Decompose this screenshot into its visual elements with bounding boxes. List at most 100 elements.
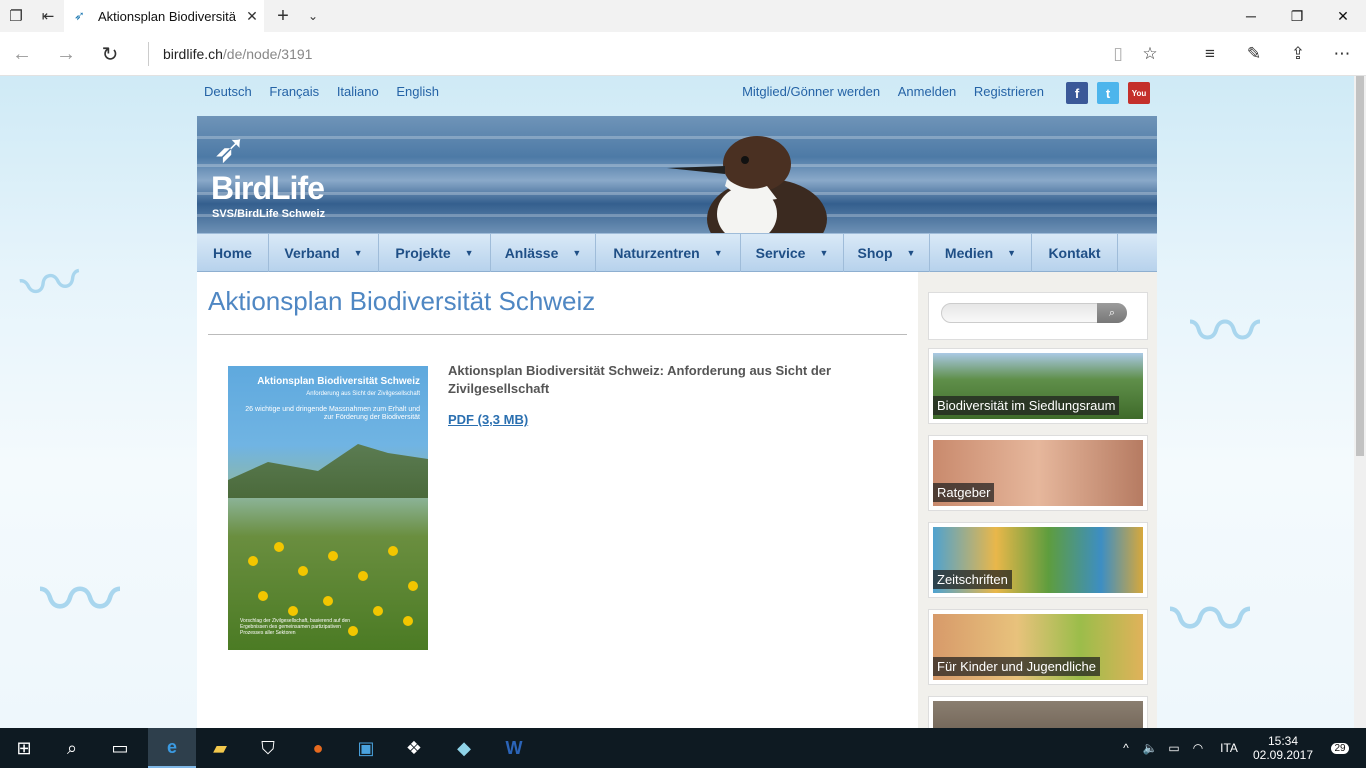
url-field[interactable]: birdlife.ch/de/node/3191: [148, 42, 312, 66]
action-center-icon[interactable]: 29: [1322, 728, 1358, 768]
teaser-zeitschriften[interactable]: Zeitschriften: [928, 522, 1148, 598]
cover-mountain: [228, 444, 428, 498]
birdlife-logo-icon[interactable]: ➶: [213, 126, 247, 172]
edge-browser-icon[interactable]: e: [148, 728, 196, 768]
logo-subtitle: SVS/BirdLife Schweiz: [212, 208, 326, 220]
share-icon[interactable]: ⇪: [1278, 38, 1318, 70]
battery-icon[interactable]: ▭: [1164, 728, 1184, 768]
sidebar: ⌕ Biodiversität im Siedlungsraum Ratgebe…: [918, 272, 1157, 728]
main-navigation: Home Verband ▼ Projekte ▼ Anlässe ▼ Naturze…: [197, 233, 1157, 272]
restore-icon[interactable]: ❐: [1274, 0, 1320, 32]
browser-tab-active[interactable]: ➶ Aktionsplan Biodiversitä ✕: [64, 0, 264, 32]
teaser-siedlungsraum[interactable]: Biodiversität im Siedlungsraum: [928, 348, 1148, 424]
task-view-icon[interactable]: ▭: [96, 728, 144, 768]
teaser-label: Ratgeber: [933, 483, 995, 502]
teaser-kinder[interactable]: Für Kinder und Jugendliche: [928, 609, 1148, 685]
nav-naturzentren[interactable]: Naturzentren ▼: [596, 234, 741, 272]
cover-footer: Vorschlag der Zivilgesellschaft, basiere…: [240, 618, 351, 636]
title-divider: [208, 334, 907, 335]
logo-name[interactable]: BirdLife: [211, 170, 325, 207]
page-scrollbar[interactable]: [1354, 76, 1366, 728]
dropdown-arrow-icon: ▼: [906, 248, 916, 258]
pdf-download-link[interactable]: PDF (3,3 MB): [448, 412, 528, 427]
scrollbar-thumb[interactable]: [1356, 76, 1364, 456]
set-tabs-aside-icon[interactable]: ⇤: [32, 0, 64, 32]
document-cover-image[interactable]: Aktionsplan Biodiversität Schweiz Anford…: [228, 366, 428, 650]
lang-english[interactable]: English: [396, 84, 439, 99]
file-explorer-icon[interactable]: ▰: [196, 728, 244, 768]
site-header-banner: ➶ BirdLife SVS/BirdLife Schweiz: [197, 116, 1157, 233]
cover-subtitle: Anforderung aus Sicht der Zivilgesellsch…: [306, 391, 420, 397]
teaser-more[interactable]: [928, 696, 1148, 728]
nav-anlaesse[interactable]: Anlässe ▼: [491, 234, 596, 272]
search-box: ⌕: [928, 292, 1148, 340]
close-tab-icon[interactable]: ✕: [240, 8, 264, 25]
background-bird-icon: 〰: [15, 246, 87, 323]
search-icon[interactable]: ⌕: [48, 728, 96, 768]
search-input[interactable]: ⌕: [941, 303, 1127, 323]
lang-deutsch[interactable]: Deutsch: [204, 84, 252, 99]
tab-list-chevron-icon[interactable]: ⌄: [298, 0, 328, 32]
notes-app-icon[interactable]: ◆: [440, 728, 488, 768]
twitter-icon[interactable]: t: [1097, 82, 1119, 104]
clock-time: 15:34: [1267, 734, 1299, 748]
search-icon[interactable]: ⌕: [1097, 303, 1127, 323]
minimize-icon[interactable]: ─: [1228, 0, 1274, 32]
url-path: /de/node/3191: [222, 46, 313, 62]
start-windows-icon[interactable]: ⊞: [0, 728, 48, 768]
windows-taskbar: ⊞ ⌕ ▭ e ▰ ⛉ ● ▣ ❖ ◆ W ^ 🔈 ▭ ◠ ITA 15:34 …: [0, 728, 1366, 768]
member-link[interactable]: Mitglied/Gönner werden: [742, 84, 880, 99]
youtube-icon[interactable]: You: [1128, 82, 1150, 104]
new-tab-icon[interactable]: +: [268, 0, 298, 32]
dropbox-icon[interactable]: ❖: [390, 728, 438, 768]
background-bird-icon: 〰: [1170, 576, 1250, 665]
wifi-icon[interactable]: ◠: [1188, 728, 1208, 768]
clock[interactable]: 15:34 02.09.2017: [1252, 728, 1314, 768]
tab-preview-icon[interactable]: ❐: [0, 0, 32, 32]
background-bird-icon: 〰: [40, 556, 120, 645]
register-link[interactable]: Registrieren: [974, 84, 1044, 99]
more-icon[interactable]: ⋯: [1322, 38, 1362, 70]
notification-count: 29: [1331, 742, 1349, 754]
main-content: Aktionsplan Biodiversität Schweiz Aktion…: [197, 272, 918, 728]
volume-icon[interactable]: 🔈: [1140, 728, 1160, 768]
language-indicator[interactable]: ITA: [1214, 728, 1244, 768]
lang-francais[interactable]: Français: [269, 84, 319, 99]
favorite-star-icon[interactable]: ☆: [1130, 38, 1170, 70]
tab-title: Aktionsplan Biodiversitä: [98, 8, 237, 24]
firefox-icon[interactable]: ●: [294, 728, 342, 768]
top-links: Deutsch Français Italiano English Mitgli…: [204, 84, 1154, 104]
page-viewport: 〰 〰 〰 〰 Deutsch Français Italiano Englis…: [0, 76, 1354, 728]
nav-shop[interactable]: Shop ▼: [844, 234, 930, 272]
account-links: Mitglied/Gönner werden Anmelden Registri…: [728, 84, 1044, 99]
url-host: birdlife.ch: [163, 46, 223, 62]
back-icon[interactable]: ←: [0, 38, 44, 70]
contact-card-app-icon[interactable]: ▣: [342, 728, 390, 768]
web-note-icon[interactable]: ✎: [1234, 38, 1274, 70]
teaser-label: Für Kinder und Jugendliche: [933, 657, 1100, 676]
nav-service[interactable]: Service ▼: [741, 234, 844, 272]
dropdown-arrow-icon: ▼: [1007, 248, 1017, 258]
close-window-icon[interactable]: ✕: [1320, 0, 1366, 32]
teaser-ratgeber[interactable]: Ratgeber: [928, 435, 1148, 511]
show-hidden-icons-icon[interactable]: ^: [1116, 728, 1136, 768]
nav-medien[interactable]: Medien ▼: [930, 234, 1032, 272]
nav-kontakt[interactable]: Kontakt: [1032, 234, 1118, 272]
store-icon[interactable]: ⛉: [244, 728, 292, 768]
dropdown-arrow-icon: ▼: [353, 248, 363, 258]
nav-projekte[interactable]: Projekte ▼: [379, 234, 491, 272]
login-link[interactable]: Anmelden: [898, 84, 957, 99]
background-bird-icon: 〰: [1190, 293, 1260, 371]
refresh-icon[interactable]: ↻: [88, 38, 132, 70]
lang-italiano[interactable]: Italiano: [337, 84, 379, 99]
teaser-label: Biodiversität im Siedlungsraum: [933, 396, 1120, 415]
dipper-bird-image: [667, 136, 827, 233]
word-icon[interactable]: W: [490, 728, 538, 768]
forward-icon[interactable]: →: [44, 38, 88, 70]
nav-verband[interactable]: Verband ▼: [269, 234, 379, 272]
nav-home[interactable]: Home: [197, 234, 269, 272]
hub-icon[interactable]: ≡: [1190, 38, 1230, 70]
address-bar: ← → ↻ birdlife.ch/de/node/3191 ▯ ☆ ≡ ✎ ⇪…: [0, 32, 1366, 76]
dropdown-arrow-icon: ▼: [572, 248, 582, 258]
facebook-icon[interactable]: f: [1066, 82, 1088, 104]
